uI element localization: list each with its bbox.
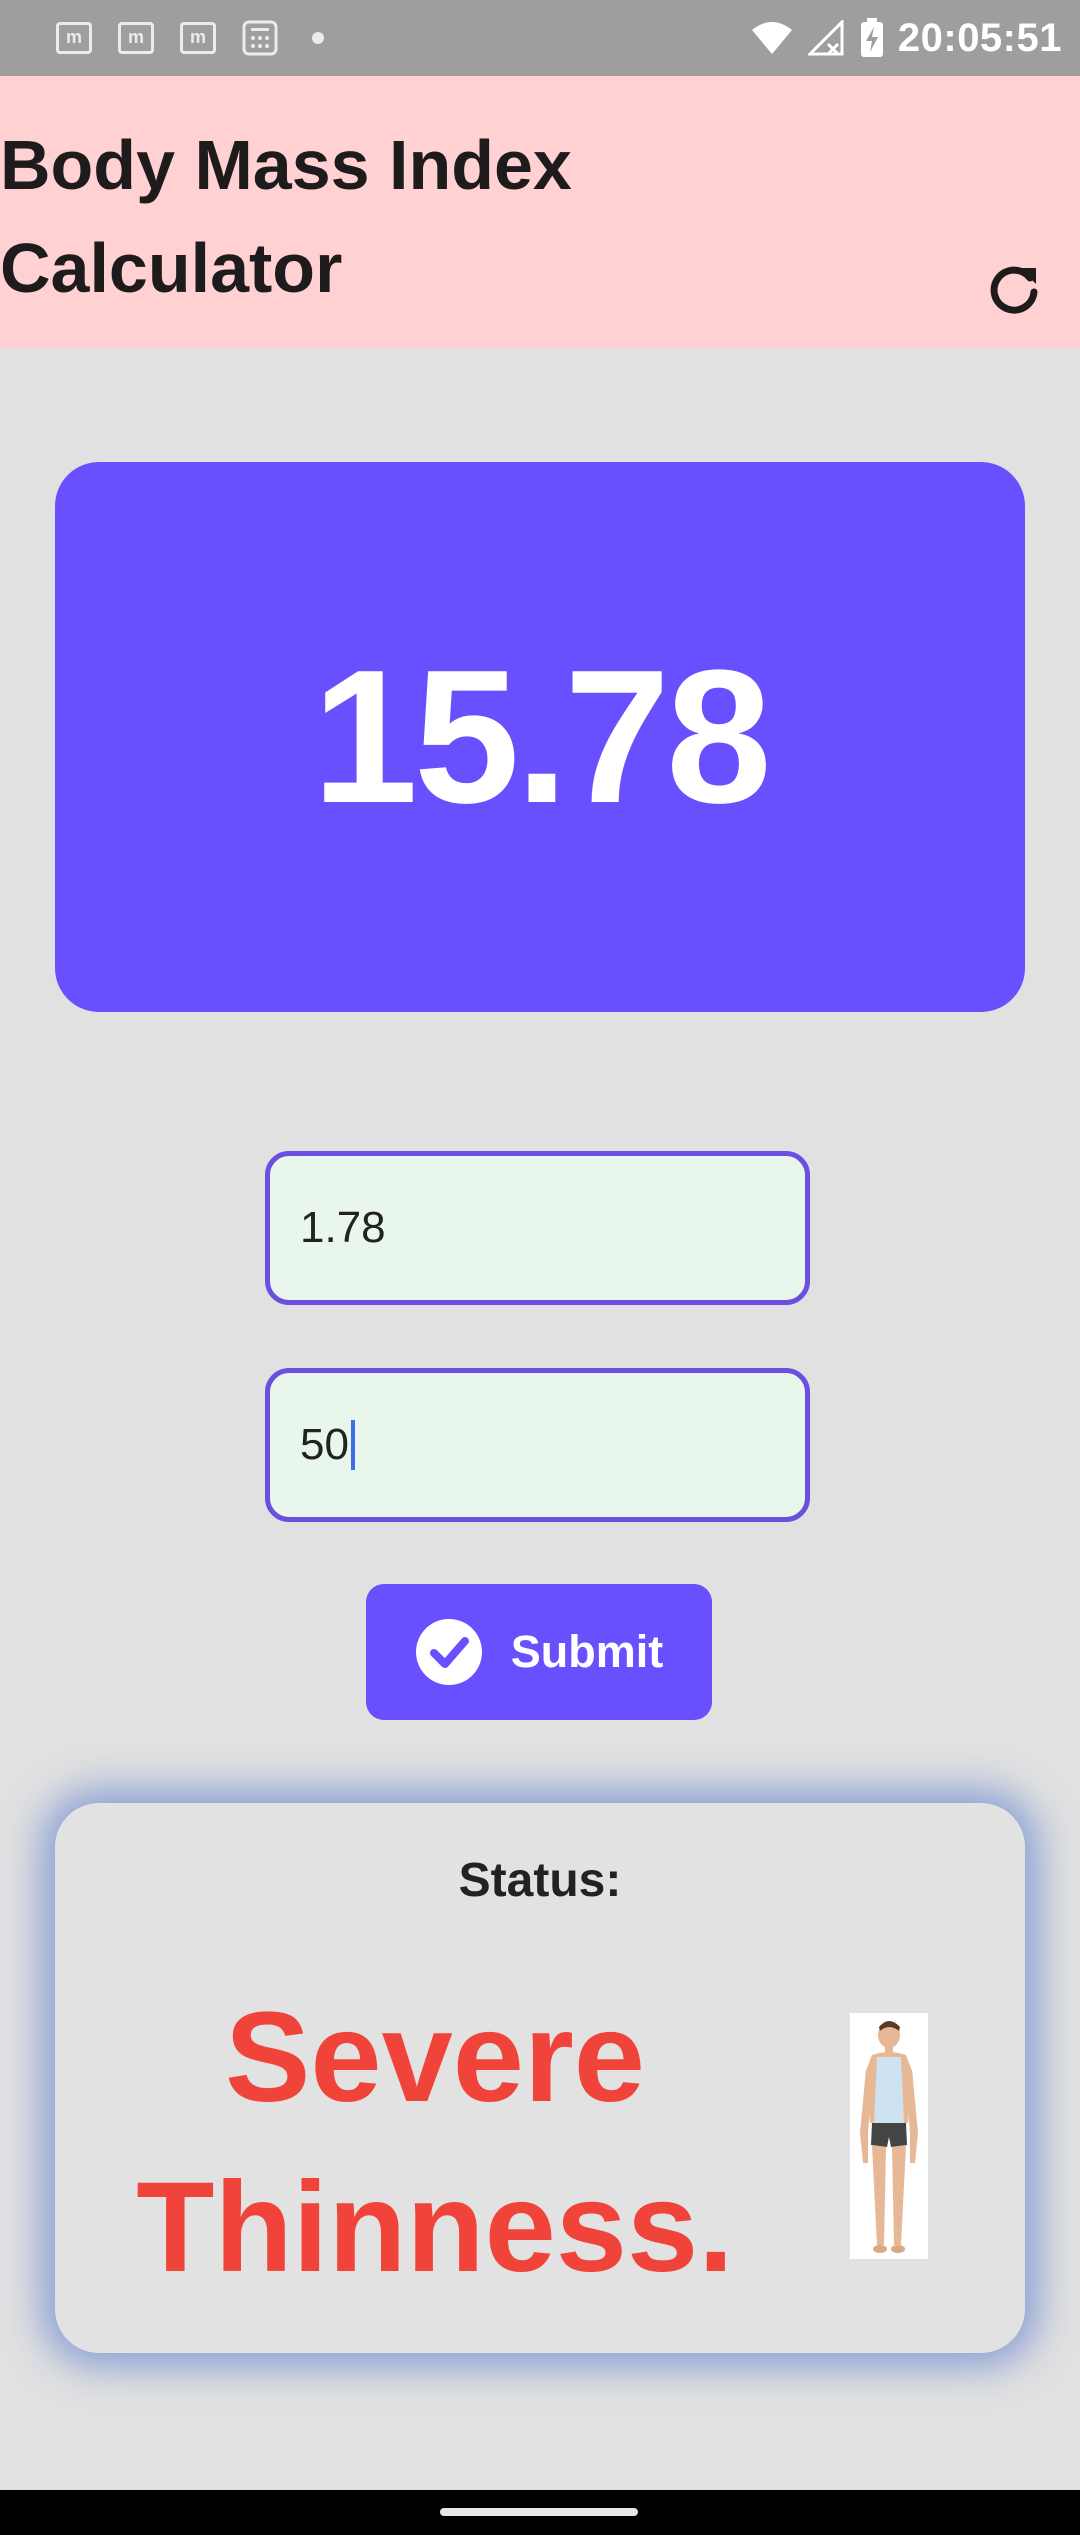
clock: 20:05:51	[897, 15, 1062, 60]
calculator-icon	[242, 20, 278, 56]
submit-label: Submit	[510, 1626, 664, 1677]
page-title: Body Mass Index Calculator	[0, 126, 572, 307]
status-card: Status: Severe Thinness.	[55, 1803, 1025, 2353]
submit-button[interactable]: Submit	[366, 1584, 712, 1720]
bmi-value: 15.78	[312, 631, 771, 843]
notification-app-icon: m	[118, 22, 154, 54]
check-circle-icon	[415, 1619, 482, 1685]
body-figure-image	[850, 2013, 928, 2259]
bmi-result-card: 15.78	[55, 462, 1025, 1012]
weight-input-value: 50	[300, 1420, 349, 1469]
text-cursor	[350, 1420, 355, 1470]
refresh-icon	[990, 266, 1038, 314]
weight-input[interactable]: 50	[265, 1368, 810, 1522]
signal-icon	[807, 20, 844, 56]
notification-app-icon: m	[180, 22, 216, 54]
notification-icons: m m m	[56, 18, 324, 58]
body-figure-icon	[860, 2021, 918, 2253]
height-input[interactable]: 1.78	[265, 1151, 810, 1305]
height-input-value: 1.78	[300, 1203, 386, 1252]
status-result: Severe Thinness.	[136, 1986, 734, 2299]
home-gesture-handle[interactable]	[440, 2508, 638, 2516]
app-bar: Body Mass Index Calculator	[0, 76, 1080, 348]
battery-charging-icon	[860, 18, 883, 57]
status-bar: m m m 20:05:51	[0, 0, 1080, 76]
refresh-button[interactable]	[978, 254, 1050, 326]
status-label: Status:	[458, 1854, 622, 1907]
wifi-icon	[751, 22, 792, 54]
more-notifications-dot	[312, 32, 324, 44]
notification-app-icon: m	[56, 22, 92, 54]
navigation-bar	[0, 2490, 1080, 2535]
